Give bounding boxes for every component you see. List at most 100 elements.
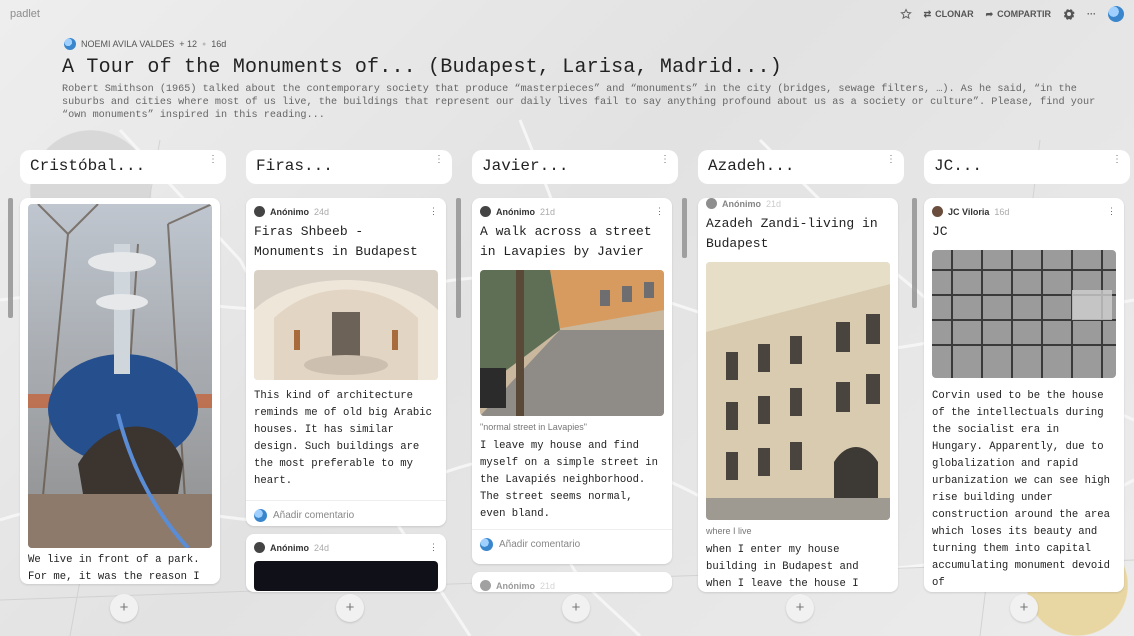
post-age: 21d (766, 198, 782, 209)
gear-icon (1064, 9, 1075, 20)
board-author: NOEMI AVILA VALDES + 12 ● 16d (64, 38, 1116, 50)
anonymous-avatar-icon (706, 198, 717, 209)
post-author[interactable]: Anónimo (270, 207, 309, 217)
post-image[interactable] (254, 561, 438, 591)
top-actions: ⇄ CLONAR ➦ COMPARTIR ··· (899, 6, 1124, 22)
more-icon: ··· (1087, 9, 1096, 19)
post-body: This kind of architecture reminds me of … (254, 390, 433, 487)
share-button[interactable]: ➦ COMPARTIR (986, 9, 1051, 20)
post-age: 16d (994, 206, 1010, 217)
post-title: Firas Shbeeb - Monuments in Budapest (254, 224, 418, 259)
post-age: 21d (540, 580, 556, 591)
anonymous-avatar-icon (480, 206, 491, 217)
anonymous-avatar-icon (480, 580, 491, 591)
post-card[interactable]: Anónimo 24d ⋮ (246, 534, 446, 592)
clone-icon: ⇄ (923, 8, 932, 19)
add-comment[interactable]: Añadir comentario (246, 500, 446, 526)
column-scrollbar[interactable] (682, 198, 687, 258)
author-avatar (64, 38, 76, 50)
column-scrollbar[interactable] (8, 198, 13, 318)
post-image[interactable] (254, 270, 438, 380)
brand-logo[interactable]: padlet (10, 8, 40, 20)
collaborator-count[interactable]: + 12 (179, 39, 197, 49)
avatar[interactable] (1108, 6, 1124, 22)
column-more-icon[interactable]: ⋮ (434, 154, 444, 166)
share-label: COMPARTIR (997, 9, 1051, 19)
post-image[interactable] (28, 204, 212, 548)
top-bar: padlet ⇄ CLONAR ➦ COMPARTIR ··· (0, 0, 1134, 36)
star-icon (899, 8, 912, 20)
column-title: Firas... (256, 157, 333, 175)
post-meta: Anónimo 24d ⋮ (246, 198, 446, 217)
post-age: 24d (314, 206, 330, 217)
board-age: 16d (211, 39, 227, 49)
column-more-icon[interactable]: ⋮ (208, 154, 218, 166)
post-card[interactable]: Anónimo 24d ⋮ Firas Shbeeb - Monuments i… (246, 198, 446, 526)
post-image[interactable] (932, 250, 1116, 378)
commenter-avatar (480, 538, 493, 551)
post-author[interactable]: JC Viloria (948, 207, 989, 217)
post-meta: JC Viloria 16d ⋮ (924, 198, 1124, 217)
post-card[interactable]: JC Viloria 16d ⋮ JC Corvin used to be th… (924, 198, 1124, 592)
clone-button[interactable]: ⇄ CLONAR (924, 9, 974, 20)
column-more-icon[interactable]: ⋮ (660, 154, 670, 166)
commenter-avatar (254, 509, 267, 522)
add-post-button[interactable]: + (110, 594, 138, 622)
board-description: Robert Smithson (1965) talked about the … (62, 84, 1096, 121)
post-card[interactable]: Anónimo 21d (472, 572, 672, 592)
post-author[interactable]: Anónimo (496, 581, 535, 591)
add-post-button[interactable]: + (786, 594, 814, 622)
post-more-icon[interactable]: ⋮ (1107, 206, 1116, 217)
more-menu-button[interactable]: ··· (1087, 9, 1096, 19)
post-body: when I enter my house building in Budape… (706, 544, 859, 590)
add-post-button[interactable]: + (1010, 594, 1038, 622)
post-card[interactable]: Anónimo 21d Azadeh Zandi-living in Budap… (698, 198, 898, 592)
post-title: A walk across a street in Lavapies by Ja… (480, 224, 652, 259)
add-post-button[interactable]: + (336, 594, 364, 622)
column-more-icon[interactable]: ⋮ (1112, 154, 1122, 166)
favorite-button[interactable] (899, 8, 912, 20)
post-image[interactable] (480, 270, 664, 416)
image-caption: "normal street in Lavapies" (480, 422, 587, 432)
post-age: 24d (314, 542, 330, 553)
add-comment[interactable]: Añadir comentario (472, 529, 672, 559)
add-comment-label: Añadir comentario (273, 510, 355, 521)
column-more-icon[interactable]: ⋮ (886, 154, 896, 166)
column-header[interactable]: Azadeh... ⋮ (698, 150, 904, 184)
settings-button[interactable] (1063, 8, 1075, 20)
column-title: Azadeh... (708, 157, 795, 175)
column-firas: Firas... ⋮ Anónimo 24d ⋮ Firas Shbeeb - … (246, 146, 461, 626)
clone-label: CLONAR (935, 9, 974, 19)
post-author[interactable]: Anónimo (722, 199, 761, 209)
post-card[interactable]: We live in front of a park. For me, it w… (20, 198, 220, 584)
post-more-icon[interactable]: ⋮ (655, 206, 664, 217)
author-name[interactable]: NOEMI AVILA VALDES (81, 39, 174, 49)
post-title: Azadeh Zandi-living in Budapest (706, 216, 878, 251)
post-more-icon[interactable]: ⋮ (429, 206, 438, 217)
post-title: JC (932, 224, 948, 239)
add-post-button[interactable]: + (562, 594, 590, 622)
column-javier: Javier... ⋮ Anónimo 21d ⋮ A walk across … (472, 146, 687, 626)
column-scrollbar[interactable] (912, 198, 917, 308)
post-more-icon[interactable]: ⋮ (429, 542, 438, 553)
post-body: We live in front of a park. For me, it w… (28, 554, 200, 583)
column-jc: JC... ⋮ JC Viloria 16d ⋮ JC Corvin used … (912, 146, 1132, 626)
share-icon: ➦ (985, 8, 994, 19)
separator-dot: ● (202, 40, 207, 48)
post-author[interactable]: Anónimo (270, 543, 309, 553)
column-header[interactable]: Cristóbal... ⋮ (20, 150, 226, 184)
column-scrollbar[interactable] (456, 198, 461, 318)
board-header: NOEMI AVILA VALDES + 12 ● 16d A Tour of … (62, 38, 1116, 122)
post-author[interactable]: Anónimo (496, 207, 535, 217)
column-header[interactable]: Firas... ⋮ (246, 150, 452, 184)
post-card[interactable]: Anónimo 21d ⋮ A walk across a street in … (472, 198, 672, 564)
column-header[interactable]: JC... ⋮ (924, 150, 1130, 184)
user-avatar-icon (932, 206, 943, 217)
post-image[interactable] (706, 262, 890, 520)
column-cristobal: Cristóbal... ⋮ We live in front of a par… (8, 146, 228, 626)
column-title: Javier... (482, 157, 569, 175)
column-header[interactable]: Javier... ⋮ (472, 150, 678, 184)
page-title: A Tour of the Monuments of... (Budapest,… (62, 56, 782, 79)
post-age: 21d (540, 206, 556, 217)
column-azadeh: Azadeh... ⋮ Anónimo 21d Azadeh Zandi-liv… (698, 146, 906, 626)
